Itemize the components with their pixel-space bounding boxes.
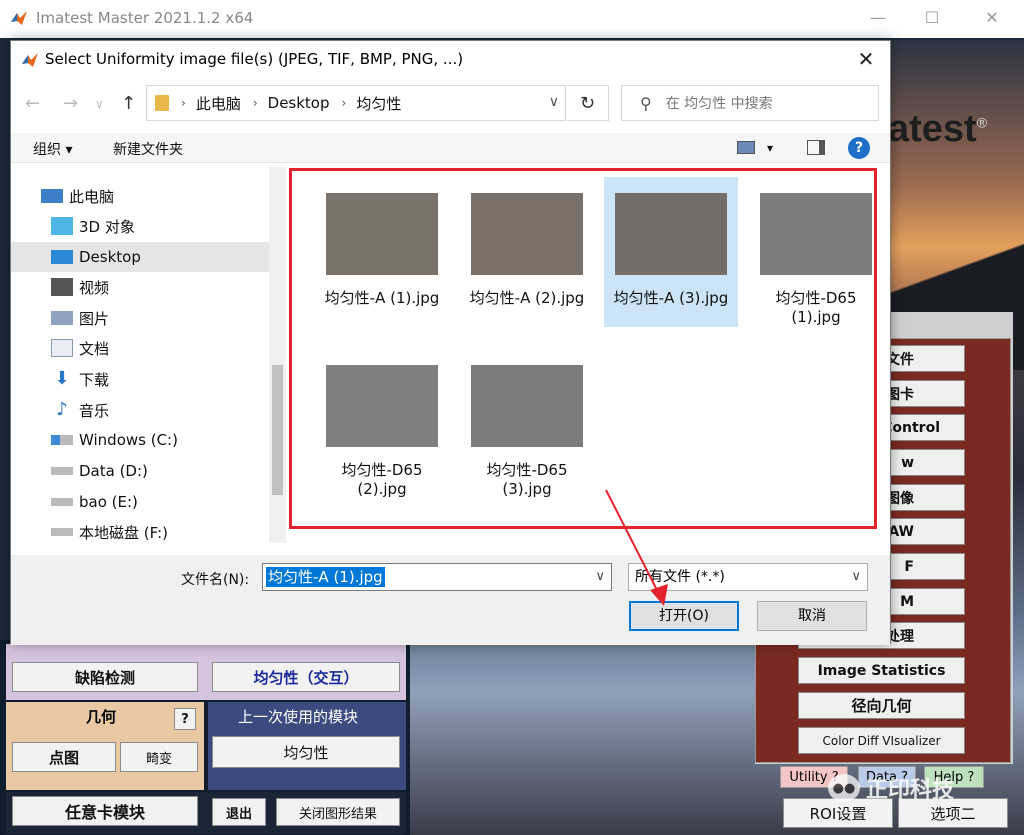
dialog-title: Select Uniformity image file(s) (JPEG, T…	[45, 50, 464, 68]
music-icon: ♪	[56, 399, 68, 420]
radial-geometry-button[interactable]: 径向几何	[798, 692, 965, 719]
defect-detection-button[interactable]: 缺陷检测	[12, 662, 198, 692]
address-bar[interactable]: › 此电脑 › Desktop › 均匀性 ∨	[146, 85, 566, 121]
dialog-titlebar: Select Uniformity image file(s) (JPEG, T…	[11, 41, 890, 77]
filename-value: 均匀性-A (1).jpg	[266, 567, 385, 587]
recent-locations-icon[interactable]: ∨	[95, 97, 104, 111]
geometry-title: 几何	[86, 708, 117, 726]
3d-objects-icon	[51, 217, 73, 235]
exit-button[interactable]: 退出	[212, 798, 266, 826]
file-open-dialog: Select Uniformity image file(s) (JPEG, T…	[10, 40, 891, 645]
filename-label: 文件名(N):	[181, 572, 250, 588]
color-diff-visualizer-button[interactable]: Color Diff VIsualizer	[798, 727, 965, 754]
filename-input[interactable]: 均匀性-A (1).jpg ∨	[262, 563, 612, 591]
dialog-toolbar: 组织 ▾ 新建文件夹 ▾ ?	[11, 133, 890, 163]
minimize-button[interactable]: —	[868, 8, 888, 28]
left-control-panel: 缺陷检测 均匀性（交互） 几何 ? 点图 畸变 上一次使用的模块 均匀性 任意卡…	[0, 640, 410, 835]
documents-icon	[51, 339, 73, 357]
nav-item-drive-f[interactable]: 本地磁盘 (F:)	[11, 517, 269, 547]
refresh-button[interactable]: ↻	[567, 85, 609, 121]
breadcrumb-this-pc[interactable]: 此电脑	[196, 93, 241, 114]
drive-icon	[51, 435, 73, 445]
nav-item-3d-objects[interactable]: 3D 对象	[11, 211, 269, 241]
new-folder-button[interactable]: 新建文件夹	[113, 139, 183, 159]
drive-icon	[51, 528, 73, 536]
last-used-module-button[interactable]: 均匀性	[212, 736, 400, 768]
last-used-title: 上一次使用的模块	[238, 708, 359, 726]
main-titlebar: Imatest Master 2021.1.2 x64 — ☐ ✕	[0, 0, 1024, 38]
geometry-help-button[interactable]: ?	[174, 708, 196, 730]
pictures-icon	[51, 311, 73, 325]
chevron-down-icon[interactable]: ∨	[595, 564, 605, 590]
computer-icon	[41, 189, 63, 203]
view-dropdown-icon[interactable]: ▾	[767, 141, 773, 155]
search-icon: ⚲	[640, 93, 652, 113]
nav-item-video[interactable]: 视频	[11, 272, 269, 302]
distortion-button[interactable]: 畸变	[120, 742, 198, 772]
file-type-filter[interactable]: 所有文件 (*.*) ∨	[628, 563, 868, 591]
organize-button[interactable]: 组织 ▾	[33, 139, 72, 159]
up-arrow-icon[interactable]: ↑	[121, 93, 136, 114]
back-arrow-icon[interactable]: ←	[25, 93, 40, 114]
breadcrumb-desktop[interactable]: Desktop	[268, 94, 330, 112]
nav-item-drive-c[interactable]: Windows (C:)	[11, 425, 269, 455]
desktop-icon	[51, 250, 73, 264]
dialog-bottom-bar: 文件名(N): 均匀性-A (1).jpg ∨ 所有文件 (*.*) ∨ 打开(…	[11, 555, 890, 645]
close-main-button[interactable]: ✕	[982, 8, 1002, 28]
preview-pane-icon[interactable]	[807, 140, 825, 155]
breadcrumb-uniformity[interactable]: 均匀性	[356, 93, 401, 114]
cancel-button[interactable]: 取消	[757, 601, 867, 631]
scrollbar-thumb[interactable]	[272, 365, 283, 495]
folder-icon	[155, 95, 169, 111]
wechat-icon: ●●	[828, 774, 860, 802]
matlab-logo-icon	[11, 11, 27, 25]
search-placeholder: 在 均匀性 中搜索	[665, 96, 773, 112]
matlab-logo-icon	[22, 53, 38, 67]
drive-icon	[51, 467, 73, 475]
nav-item-drive-d[interactable]: Data (D:)	[11, 456, 269, 486]
filter-value: 所有文件 (*.*)	[635, 569, 725, 585]
close-figures-button[interactable]: 关闭图形结果	[276, 798, 400, 826]
watermark: ●● 正印科技	[828, 772, 954, 804]
nav-item-music[interactable]: ♪ 音乐	[11, 395, 269, 425]
any-chart-module-button[interactable]: 任意卡模块	[12, 796, 198, 826]
nav-item-pictures[interactable]: 图片	[11, 303, 269, 333]
nav-item-this-pc[interactable]: 此电脑	[11, 181, 269, 211]
dot-chart-button[interactable]: 点图	[12, 742, 116, 772]
nav-item-downloads[interactable]: ⬇ 下载	[11, 364, 269, 394]
navigation-pane: 此电脑 3D 对象 Desktop 视频 图片 文档 ⬇ 下载 ♪ 音乐 Win…	[11, 167, 286, 543]
image-statistics-button[interactable]: Image Statistics	[798, 657, 965, 684]
video-icon	[51, 278, 73, 296]
dialog-close-button[interactable]: ✕	[854, 47, 878, 71]
forward-arrow-icon[interactable]: →	[63, 93, 78, 114]
imatest-brand-logo: atest®	[888, 108, 988, 150]
uniformity-interactive-button[interactable]: 均匀性（交互）	[212, 662, 400, 692]
help-icon[interactable]: ?	[848, 137, 870, 159]
download-icon: ⬇	[54, 368, 70, 389]
nav-item-drive-e[interactable]: bao (E:)	[11, 487, 269, 517]
nav-item-documents[interactable]: 文档	[11, 333, 269, 363]
drive-icon	[51, 498, 73, 506]
maximize-button[interactable]: ☐	[922, 8, 942, 28]
main-window-title: Imatest Master 2021.1.2 x64	[36, 9, 254, 27]
view-mode-icon[interactable]	[737, 141, 755, 154]
address-dropdown-icon[interactable]: ∨	[549, 94, 559, 110]
search-input[interactable]: ⚲ 在 均匀性 中搜索	[621, 85, 879, 121]
navigation-bar: ← → ∨ ↑ › 此电脑 › Desktop › 均匀性 ∨ ↻ ⚲ 在 均匀…	[11, 85, 890, 121]
chevron-down-icon[interactable]: ∨	[851, 564, 861, 590]
nav-item-desktop[interactable]: Desktop	[11, 242, 269, 272]
red-highlight-box	[289, 168, 877, 529]
watermark-text: 正印科技	[866, 778, 955, 803]
open-button[interactable]: 打开(O)	[629, 601, 739, 631]
nav-pane-scrollbar[interactable]	[269, 167, 286, 543]
